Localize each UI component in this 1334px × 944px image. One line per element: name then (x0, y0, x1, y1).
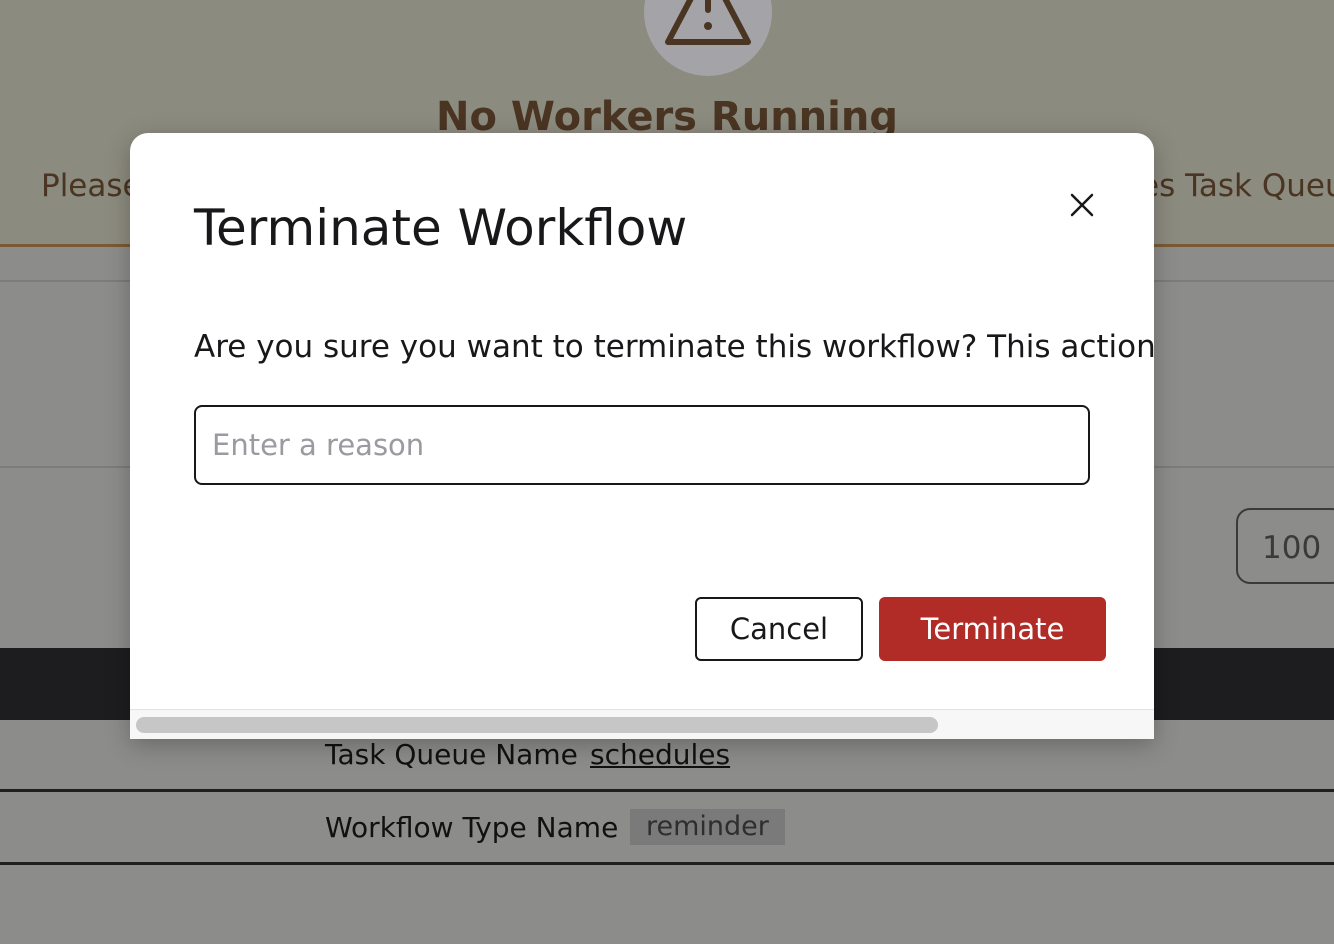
warning-icon-circle (644, 0, 772, 76)
detail-row-workflow-type: Workflow Type Name reminder (0, 795, 1334, 865)
detail-label: Workflow Type Name (325, 811, 619, 844)
terminate-button[interactable]: Terminate (879, 597, 1106, 661)
horizontal-scrollbar[interactable] (130, 709, 1154, 739)
terminate-workflow-modal: Terminate Workflow Are you sure you want… (130, 133, 1154, 739)
workflow-type-badge: reminder (630, 809, 785, 845)
close-button[interactable] (1066, 189, 1098, 221)
close-icon (1070, 193, 1094, 217)
banner-message-right: es Task Queu (1140, 168, 1334, 204)
cancel-button[interactable]: Cancel (695, 597, 863, 661)
modal-title: Terminate Workflow (194, 199, 688, 257)
page-size-select[interactable]: 100 (1236, 508, 1334, 584)
scrollbar-thumb[interactable] (136, 717, 938, 733)
detail-label: Task Queue Name (325, 738, 578, 771)
task-queue-link[interactable]: schedules (590, 738, 730, 771)
banner-message-left: Please (41, 168, 142, 204)
warning-triangle-icon (665, 0, 751, 45)
reason-input[interactable] (194, 405, 1090, 485)
modal-message: Are you sure you want to terminate this … (194, 329, 1154, 365)
